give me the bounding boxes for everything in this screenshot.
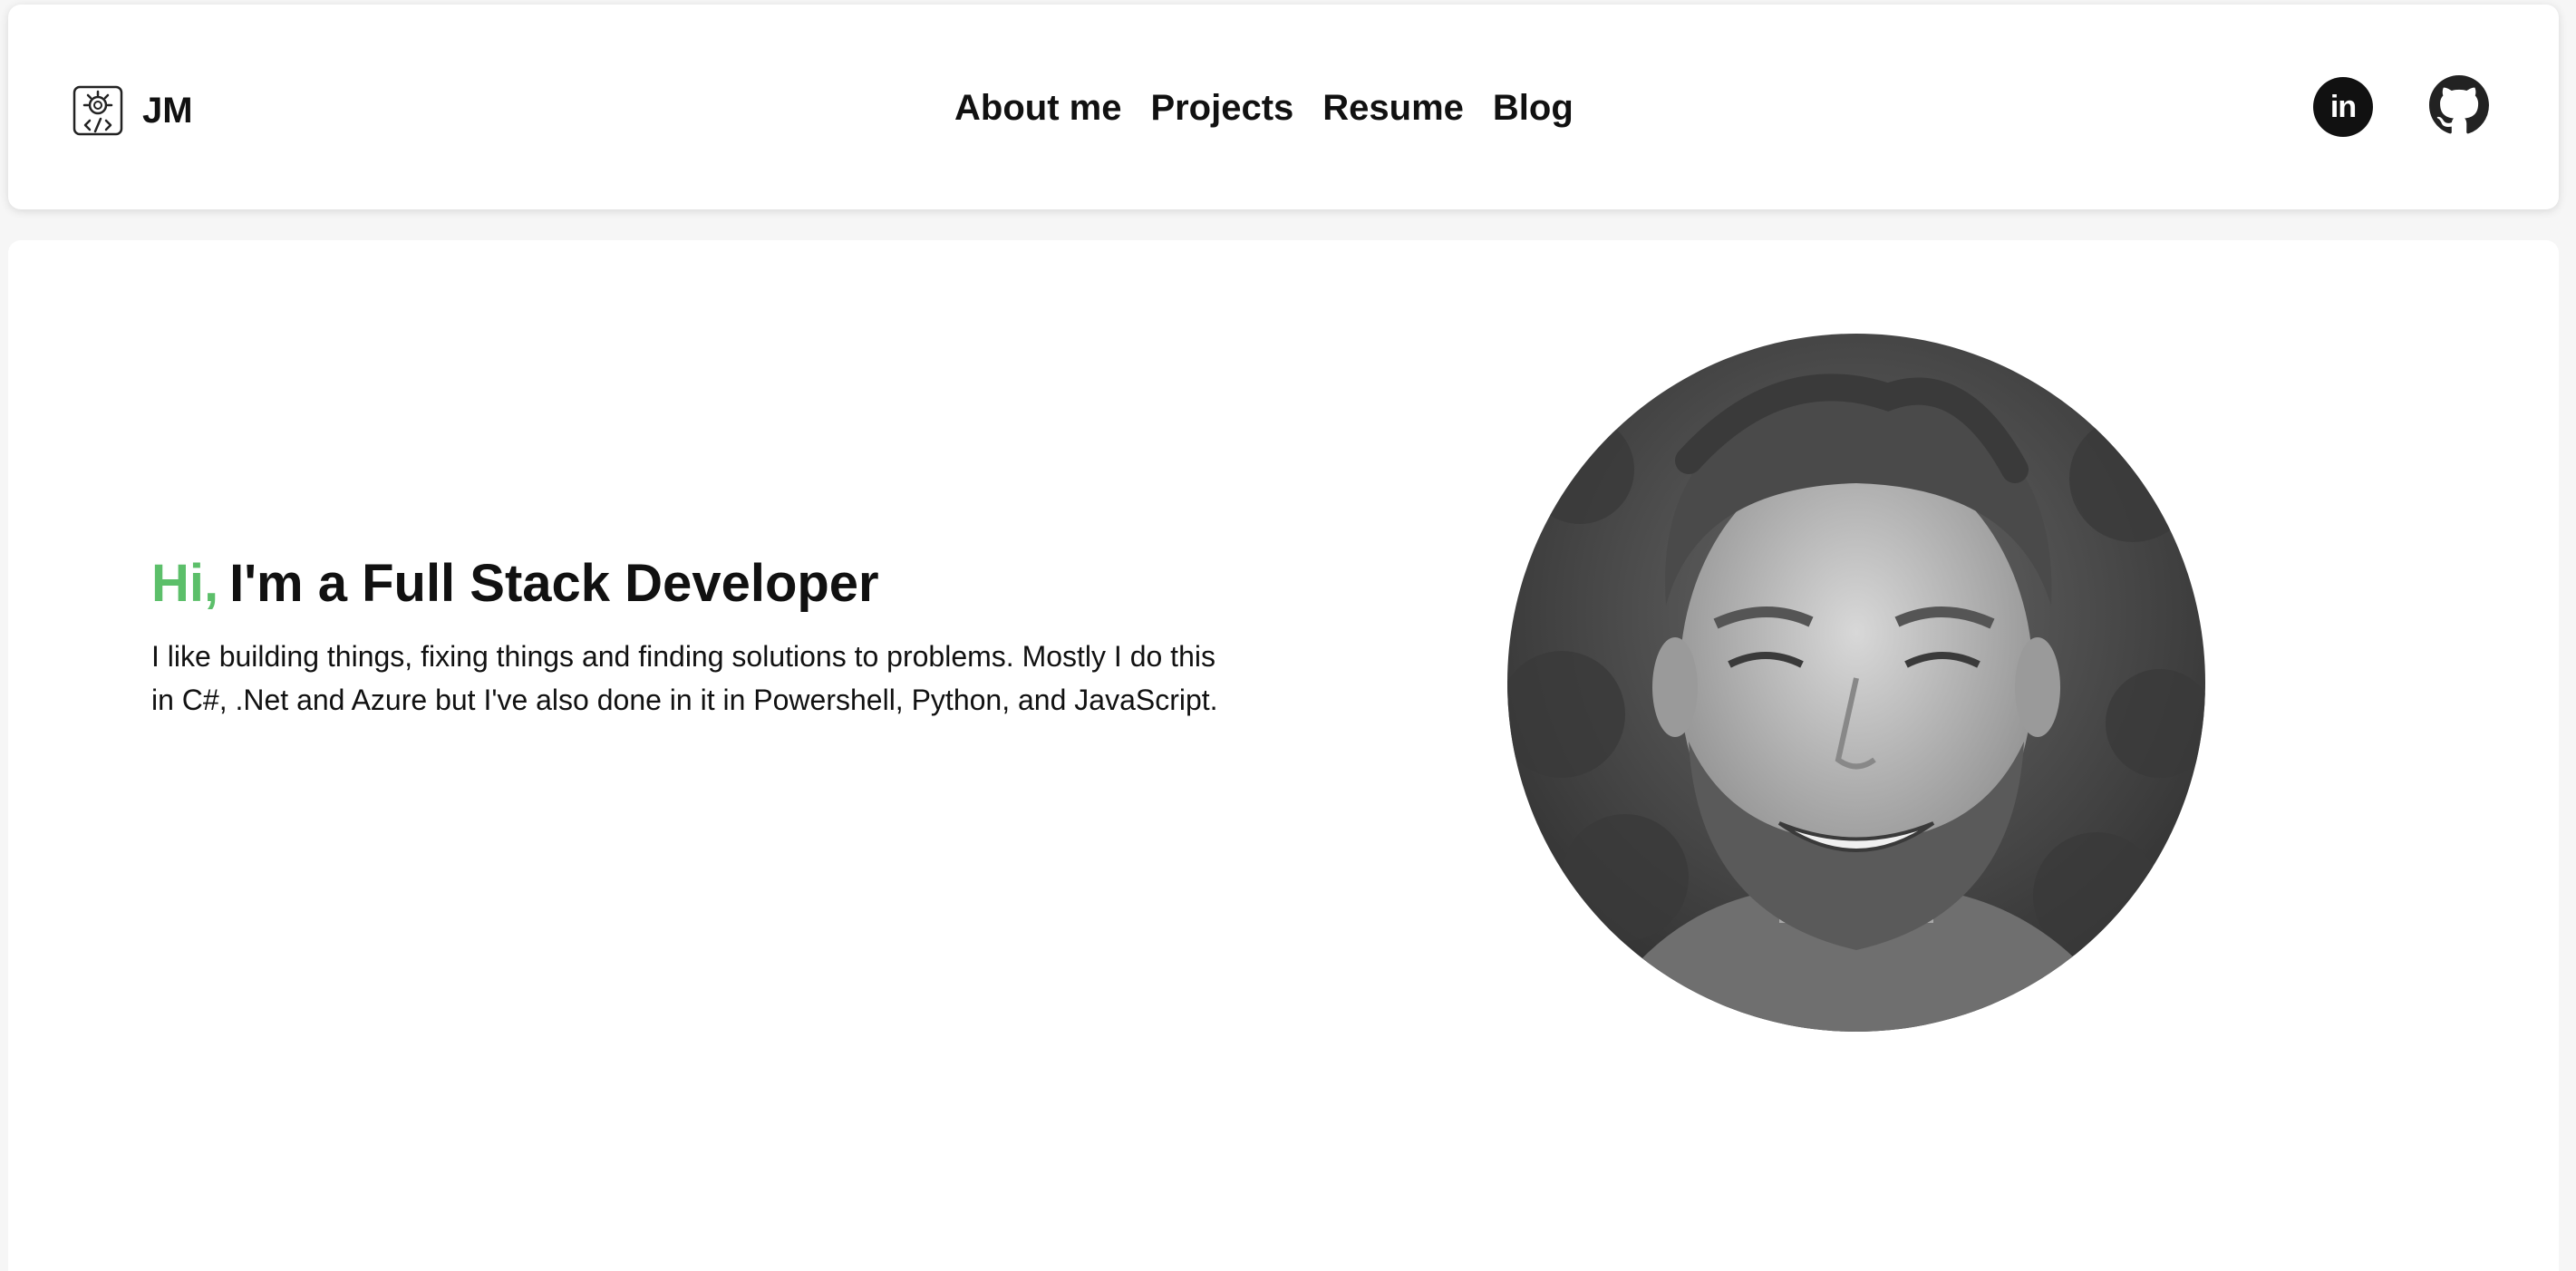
gear-code-icon	[72, 84, 124, 137]
hero-title: I'm a Full Stack Developer	[229, 554, 879, 613]
brand-initials: JM	[142, 90, 193, 131]
github-icon	[2429, 74, 2489, 140]
hero-greeting: Hi,	[151, 554, 219, 613]
github-link[interactable]	[2429, 74, 2489, 140]
linkedin-icon: in	[2329, 89, 2357, 124]
nav-projects[interactable]: Projects	[1150, 88, 1293, 129]
nav-blog[interactable]: Blog	[1493, 88, 1574, 129]
nav-about-me[interactable]: About me	[954, 88, 1121, 129]
profile-photo	[1507, 334, 2205, 1032]
linkedin-link[interactable]: in	[2313, 77, 2373, 137]
brand-link[interactable]: JM	[72, 84, 193, 137]
hero-headline: Hi, I'm a Full Stack Developer	[151, 553, 879, 614]
main-nav: About me Projects Resume Blog	[954, 88, 1574, 129]
nav-resume[interactable]: Resume	[1322, 88, 1464, 129]
hero-intro: I like building things, fixing things an…	[151, 640, 1218, 716]
navbar: JM About me Projects Resume Blog in	[8, 5, 2559, 209]
